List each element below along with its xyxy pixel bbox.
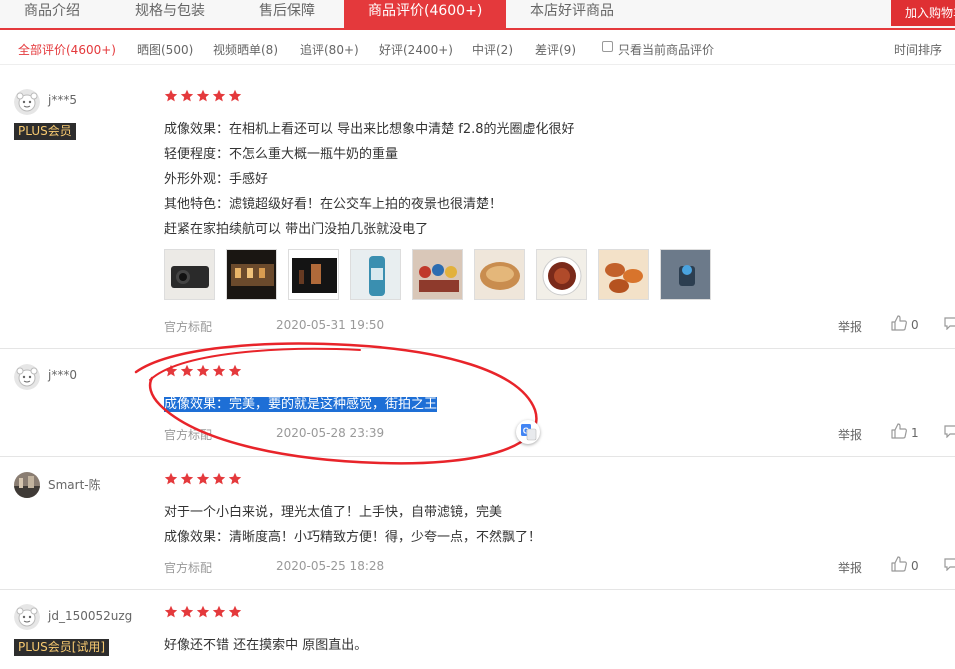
filter-neutral[interactable]: 中评(2) — [472, 41, 513, 58]
review-photo-thumbnail[interactable] — [536, 249, 587, 300]
review-photo-thumbnail[interactable] — [226, 249, 277, 300]
star-rating — [164, 364, 242, 378]
comment-icon[interactable] — [944, 557, 955, 572]
star-icon — [180, 89, 194, 103]
star-icon — [228, 89, 242, 103]
translate-icon[interactable]: G — [516, 420, 540, 444]
review-text-line: 成像效果：清晰度高！小巧精致方便！得，少夸一点，不然飘了！ — [164, 530, 542, 545]
review-photo-thumbnail[interactable] — [660, 249, 711, 300]
review-date: 2020-05-25 18:28 — [276, 559, 385, 573]
star-icon — [196, 472, 210, 486]
product-tab-bar: 商品介绍 规格与包装 售后保障 商品评价(4600+) 本店好评商品 加入购物车 — [0, 0, 955, 30]
tab-specs-packaging[interactable]: 规格与包装 — [135, 0, 205, 28]
comment-icon[interactable] — [944, 424, 955, 439]
review-item — [0, 349, 955, 457]
product-spec: 官方标配 — [164, 561, 213, 575]
tab-reviews[interactable]: 商品评价(4600+) — [344, 0, 507, 30]
avatar — [14, 89, 40, 115]
avatar — [14, 364, 40, 390]
only-current-checkbox[interactable] — [602, 41, 613, 52]
thumbs-up-icon[interactable] — [890, 314, 908, 332]
report-link[interactable]: 举报 — [838, 426, 862, 443]
review-text-line: 其他特色：滤镜超级好看！在公交车上拍的夜景也很清楚！ — [164, 197, 503, 212]
star-icon — [228, 364, 242, 378]
reviewer-name[interactable]: j***0 — [48, 368, 77, 382]
star-icon — [228, 605, 242, 619]
star-icon — [212, 472, 226, 486]
product-spec: 官方标配 — [164, 320, 213, 334]
review-text-line: 成像效果：在相机上看还可以 导出来比想象中清楚 f2.8的光圈虚化很好 — [164, 122, 575, 137]
star-icon — [164, 89, 178, 103]
review-text-line: 好像还不错 还在摸索中 原图直出。 — [164, 638, 368, 653]
filter-positive[interactable]: 好评(2400+) — [379, 41, 453, 58]
thumbs-up-icon[interactable] — [890, 555, 908, 573]
review-photo-thumbnail[interactable] — [598, 249, 649, 300]
star-icon — [196, 605, 210, 619]
report-link[interactable]: 举报 — [838, 559, 862, 576]
review-photo-thumbnail[interactable] — [164, 249, 215, 300]
review-text-line-selected: 成像效果：完美，要的就是这种感觉，街拍之王 — [164, 393, 438, 412]
star-icon — [196, 89, 210, 103]
review-image-strip — [164, 249, 722, 300]
star-icon — [196, 364, 210, 378]
review-text-line: 外形外观：手感好 — [164, 172, 269, 187]
review-date: 2020-05-31 19:50 — [276, 318, 385, 332]
filter-follow-up[interactable]: 追评(80+) — [300, 41, 359, 58]
add-to-cart-button[interactable]: 加入购物车 — [891, 0, 955, 26]
plus-trial-member-badge: PLUS会员[试用] — [14, 639, 110, 656]
star-icon — [212, 89, 226, 103]
star-icon — [164, 605, 178, 619]
like-count: 0 — [911, 318, 919, 332]
comment-icon[interactable] — [944, 316, 955, 331]
only-current-label: 只看当前商品评价 — [618, 43, 715, 57]
reviewer-name[interactable]: jd_150052uzg — [48, 609, 132, 623]
star-icon — [164, 472, 178, 486]
review-text-line: 对于一个小白来说，理光太值了！上手快，自带滤镜，完美 — [164, 505, 503, 520]
product-spec: 官方标配 — [164, 428, 213, 442]
star-rating — [164, 605, 242, 619]
review-photo-thumbnail[interactable] — [288, 249, 339, 300]
review-item — [0, 590, 955, 669]
like-count: 1 — [911, 426, 919, 440]
filter-with-photos[interactable]: 晒图(500) — [137, 41, 193, 58]
review-filter-bar: 全部评价(4600+) 晒图(500) 视频晒单(8) 追评(80+) 好评(2… — [0, 30, 955, 65]
filter-negative[interactable]: 差评(9) — [535, 41, 576, 58]
reviewer-name[interactable]: Smart-陈 — [48, 476, 101, 493]
star-icon — [180, 472, 194, 486]
review-photo-thumbnail[interactable] — [412, 249, 463, 300]
star-icon — [212, 605, 226, 619]
review-photo-thumbnail[interactable] — [474, 249, 525, 300]
thumbs-up-icon[interactable] — [890, 422, 908, 440]
reviewer-name[interactable]: j***5 — [48, 93, 77, 107]
review-date: 2020-05-28 23:39 — [276, 426, 385, 440]
review-item — [0, 457, 955, 590]
avatar — [14, 472, 40, 498]
like-count: 0 — [911, 559, 919, 573]
review-text-line: 轻便程度：不怎么重大概一瓶牛奶的重量 — [164, 147, 399, 162]
tab-product-intro[interactable]: 商品介绍 — [24, 0, 80, 28]
tab-after-sales[interactable]: 售后保障 — [259, 0, 315, 28]
star-rating — [164, 89, 242, 103]
review-text-line: 赶紧在家拍续航可以 带出门没拍几张就没电了 — [164, 222, 429, 237]
star-icon — [228, 472, 242, 486]
sort-by-time[interactable]: 时间排序 — [894, 41, 942, 58]
filter-video-reviews[interactable]: 视频晒单(8) — [213, 41, 278, 58]
star-icon — [180, 364, 194, 378]
tab-store-top-rated[interactable]: 本店好评商品 — [530, 0, 614, 28]
report-link[interactable]: 举报 — [838, 318, 862, 335]
selected-text: 成像效果：完美，要的就是这种感觉，街拍之王 — [164, 397, 438, 412]
star-icon — [212, 364, 226, 378]
plus-member-badge: PLUS会员 — [14, 123, 76, 140]
star-icon — [180, 605, 194, 619]
filter-all-reviews[interactable]: 全部评价(4600+) — [18, 41, 116, 58]
avatar — [14, 604, 40, 630]
star-rating — [164, 472, 242, 486]
star-icon — [164, 364, 178, 378]
review-photo-thumbnail[interactable] — [350, 249, 401, 300]
